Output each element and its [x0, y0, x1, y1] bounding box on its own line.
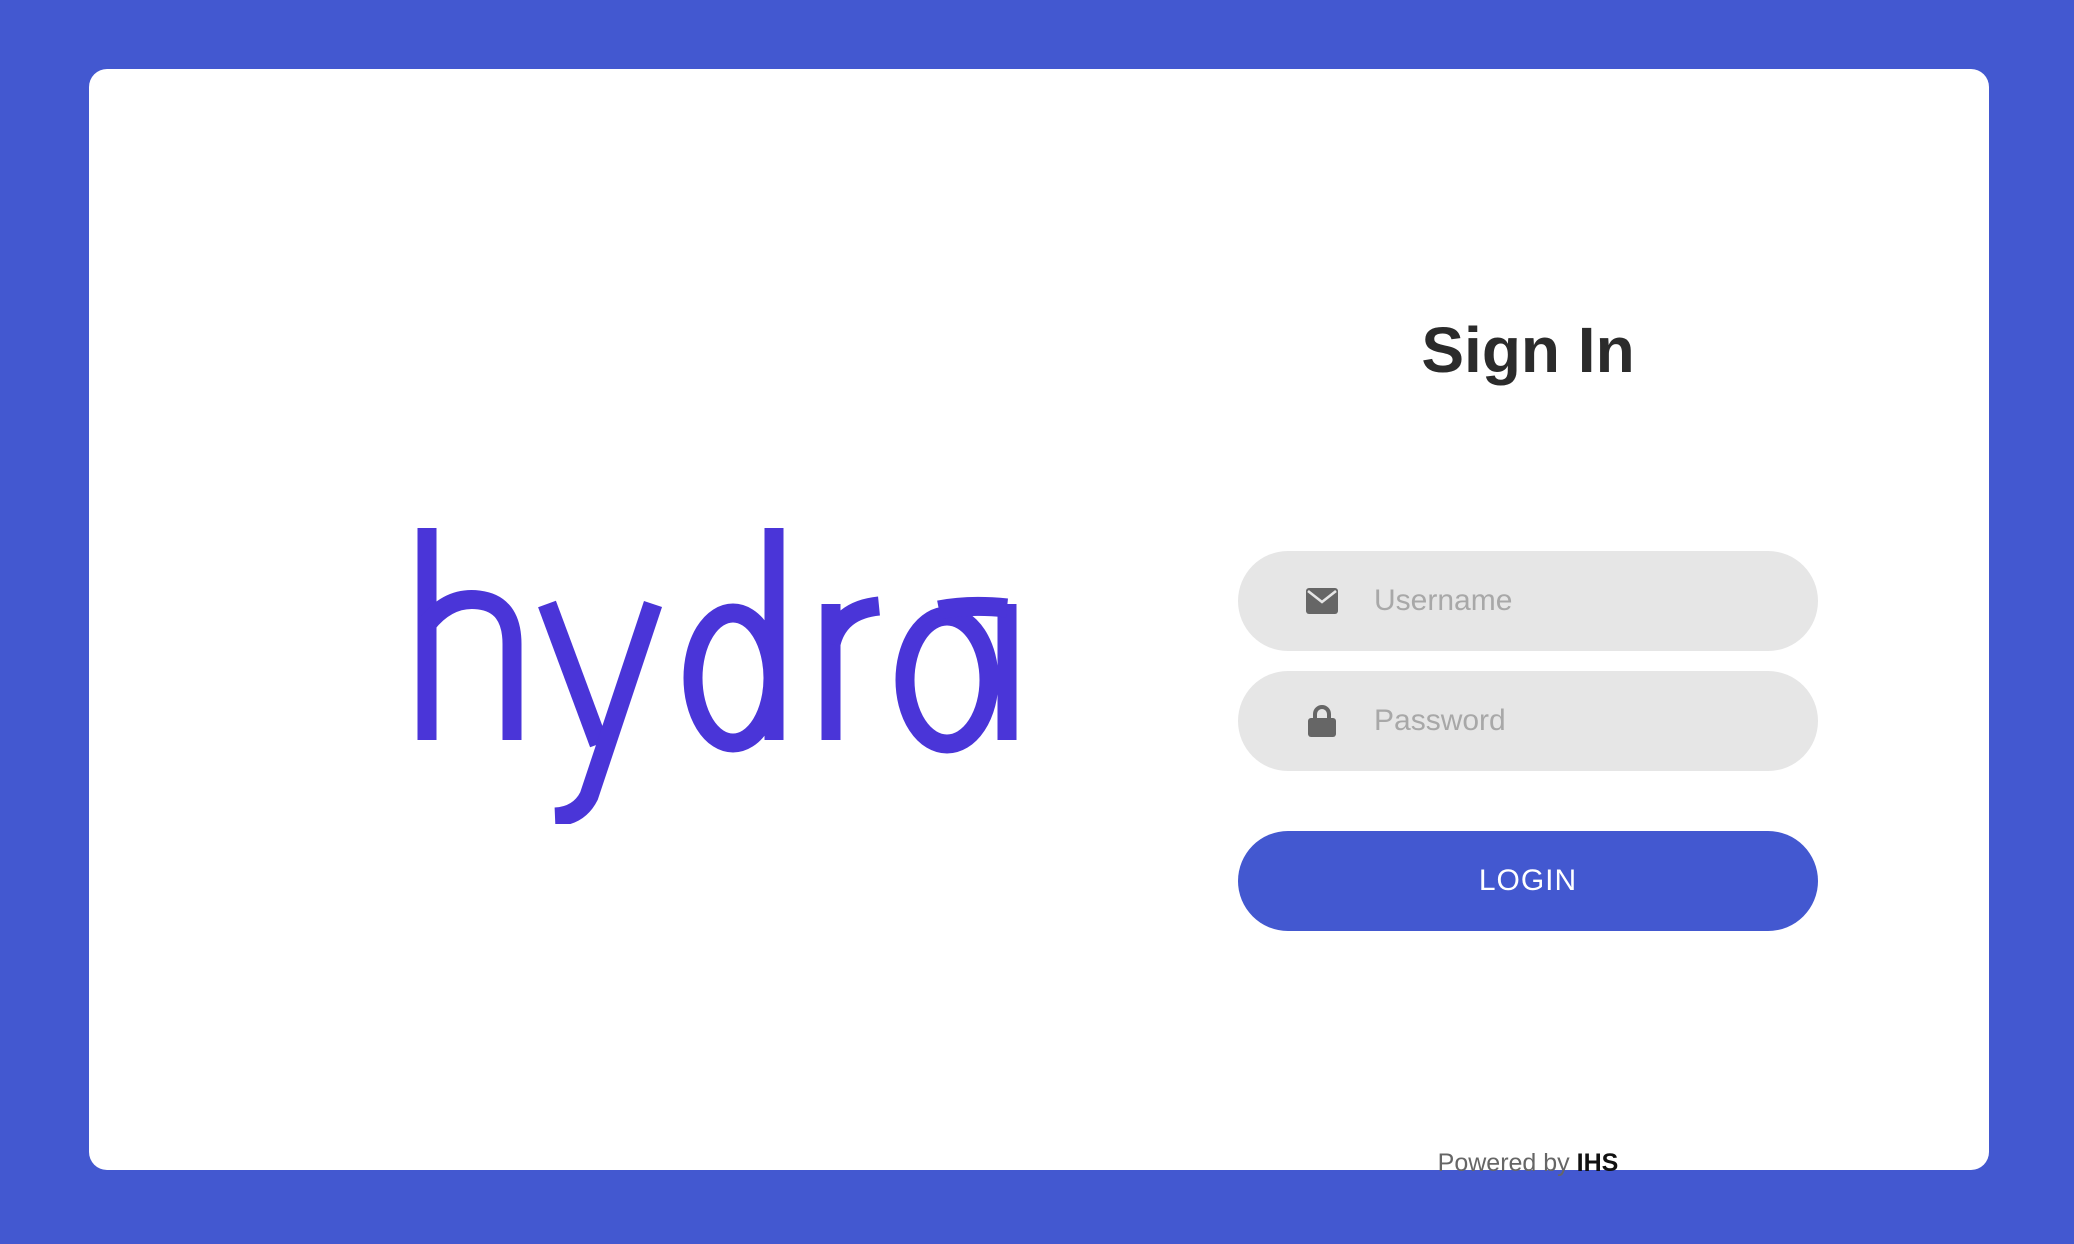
password-input[interactable]: [1374, 671, 1778, 771]
lock-icon: [1306, 705, 1338, 737]
envelope-icon: [1306, 585, 1338, 617]
username-field[interactable]: [1238, 551, 1818, 651]
login-card: Sign In LOGIN Powered by IHS: [89, 69, 1989, 1177]
hydra-logo: [409, 524, 1029, 824]
password-field[interactable]: [1238, 671, 1818, 771]
page-title: Sign In: [1421, 314, 1635, 386]
login-button[interactable]: LOGIN: [1238, 831, 1818, 931]
powered-by: Powered by IHS: [1238, 1149, 1818, 1178]
powered-by-label: Powered by: [1437, 1149, 1570, 1177]
username-input[interactable]: [1374, 551, 1778, 651]
brand-name: IHS: [1576, 1149, 1619, 1177]
